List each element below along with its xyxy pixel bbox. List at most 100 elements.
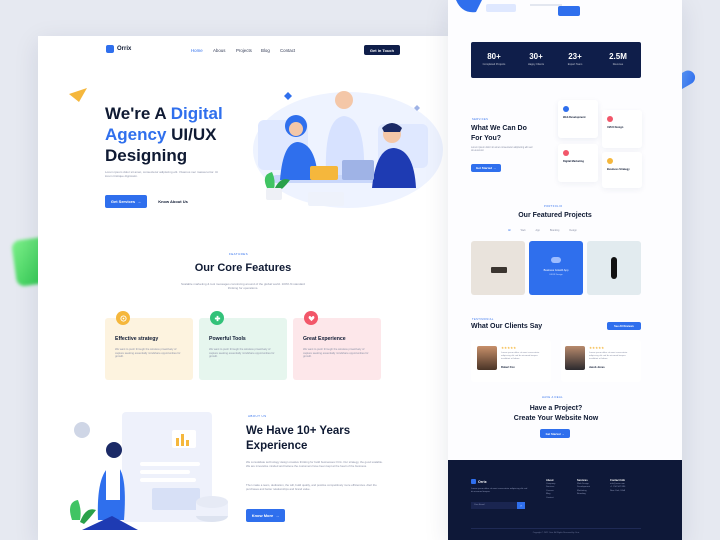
service-icon — [563, 150, 569, 156]
filter-design[interactable]: Design — [569, 229, 576, 232]
tools-icon — [210, 311, 224, 325]
nav-contact[interactable]: Contact — [280, 48, 295, 53]
project-highlight-title: Business Growth App — [543, 269, 569, 272]
top-illustration-remnant — [456, 0, 516, 13]
stat-revenue: 2.5M Revenue — [609, 52, 627, 66]
services-get-started-button[interactable]: Get Started → — [471, 164, 501, 172]
cta-tag: HAVE A DEAL — [542, 396, 563, 399]
feature-card-experience[interactable]: Great Experience We want to push through… — [293, 311, 381, 380]
service-card-digital-marketing[interactable]: Digital Marketing — [558, 144, 598, 182]
features-title: Our Core Features — [194, 262, 292, 274]
footer-link[interactable]: Contact — [546, 497, 555, 501]
footer-link[interactable]: New York, USA — [610, 490, 625, 494]
filter-branding[interactable]: Branding — [550, 229, 560, 232]
projects-tag: PORTFOLIO — [544, 205, 563, 208]
project-card-1[interactable] — [471, 241, 525, 295]
review-card-2: ★★★★★ Lorem ipsum dolor sit amet consect… — [561, 340, 641, 382]
logo-icon — [471, 479, 476, 484]
about-paragraph-1: We consolidate technology design creativ… — [246, 460, 383, 468]
footer-col-contact: Contact Info info@orrix.com +1 234 567 8… — [610, 479, 625, 493]
service-icon — [607, 158, 613, 164]
feature-card-strategy[interactable]: Effective strategy We want to push throu… — [105, 311, 193, 380]
know-more-button[interactable]: Know More → — [246, 509, 285, 522]
project-card-3[interactable] — [587, 241, 641, 295]
project-highlight-sub: UI/UX Design — [549, 274, 563, 276]
logo-icon — [106, 45, 114, 53]
footer-logo[interactable]: Orrix — [471, 479, 487, 484]
feature-text: We want to push through the wireless pro… — [209, 348, 275, 359]
arrow-right-icon: → — [137, 199, 142, 204]
clients-title: What Our Clients Say — [471, 323, 543, 330]
project-filters: All Web App Branding Design — [508, 229, 577, 232]
arrow-right-icon: → — [493, 166, 497, 170]
rating-stars: ★★★★★ — [501, 346, 517, 350]
nav-blog[interactable]: Blog — [261, 48, 270, 53]
services-description: Lorem ipsum dolor sit amet consectetur a… — [471, 146, 533, 153]
brand-name: Orrix — [117, 46, 132, 52]
stat-clients: 30+ Happy Clients — [527, 52, 545, 66]
feature-card-tools[interactable]: Powerful Tools We want to push through t… — [199, 311, 287, 380]
avatar — [565, 346, 585, 370]
features-description: Scalable marketing & tool messages convi… — [181, 282, 305, 290]
feature-title: Effective strategy — [115, 336, 159, 342]
reviewer-name: Robert Fox — [501, 366, 515, 369]
footer-col-services: Services Web Design Development Marketin… — [577, 479, 590, 497]
get-services-button[interactable]: Get Services → — [105, 195, 147, 208]
hero-description: Lorem ipsum dolor sit amet, consectetur … — [105, 170, 218, 178]
stat-projects: 80+ Completed Projects — [482, 52, 506, 66]
arrow-right-icon: → — [561, 431, 565, 436]
know-about-us-button[interactable]: Know About Us — [152, 195, 194, 208]
footer-about: Lorem ipsum dolor sit amet consectetur a… — [471, 488, 528, 493]
cta-title: Have a Project? Create Your Website Now — [513, 405, 599, 422]
cta-get-started-button[interactable]: Get Started → — [540, 429, 570, 438]
project-card-featured[interactable]: Business Growth App UI/UX Design — [529, 241, 583, 295]
about-title: We Have 10+ Years Experience — [246, 425, 351, 452]
arrow-right-icon: → — [275, 513, 280, 518]
feature-title: Great Experience — [303, 336, 346, 342]
filter-all[interactable]: All — [508, 229, 511, 232]
footer-email-input[interactable]: Your Email — [471, 502, 517, 509]
filter-web[interactable]: Web — [521, 229, 526, 232]
feature-text: We want to push through the wireless pro… — [115, 348, 181, 359]
services-title: What We Can Do For You? — [471, 125, 527, 142]
footer-link[interactable]: Branding — [577, 493, 590, 497]
features-tag: FEATURES — [229, 252, 248, 256]
review-card-1: ★★★★★ Lorem ipsum dolor sit amet consect… — [471, 340, 551, 382]
see-all-reviews-button[interactable]: See All Reviews — [607, 322, 641, 330]
footer-copyright: Copyright © 2022 Orrix. All Rights Reser… — [532, 532, 580, 534]
feature-title: Powerful Tools — [209, 336, 246, 342]
filter-app[interactable]: App — [536, 229, 540, 232]
service-title: Business Strategy — [607, 168, 630, 171]
projects-title: Our Featured Projects — [518, 212, 592, 219]
target-icon — [116, 311, 130, 325]
nav-about[interactable]: Abous — [213, 48, 225, 53]
paper-plane-icon — [69, 88, 87, 102]
service-title: Web Development — [563, 116, 586, 119]
about-illustration — [70, 412, 228, 530]
services-tag: SERVICES — [472, 118, 489, 121]
rating-stars: ★★★★★ — [589, 346, 605, 350]
hero-team-illustration — [253, 91, 443, 208]
reviewer-name: Jacob Jones — [589, 366, 605, 369]
heart-icon — [304, 311, 318, 325]
footer-brand: Orrix — [478, 479, 487, 484]
review-text: Lorem ipsum dolor sit amet consectetur a… — [501, 352, 540, 360]
nav-home[interactable]: Home — [191, 48, 203, 53]
feature-text: We want to push through the wireless pro… — [303, 348, 369, 359]
send-icon: › — [520, 503, 522, 508]
service-card-uiux-design[interactable]: UI/UX Design — [602, 110, 642, 148]
footer-col-about: About Company Services Careers Blog Cont… — [546, 479, 555, 501]
logo[interactable]: Orrix — [106, 45, 131, 53]
service-title: UI/UX Design — [607, 126, 624, 129]
nav-projects[interactable]: Projects — [236, 48, 252, 53]
review-text: Lorem ipsum dolor sit amet consectetur a… — [589, 352, 628, 360]
service-icon — [563, 106, 569, 112]
footer-divider — [471, 528, 641, 529]
service-icon — [607, 116, 613, 122]
service-card-web-development[interactable]: Web Development — [558, 100, 598, 138]
service-title: Digital Marketing — [563, 160, 584, 163]
top-button-remnant[interactable] — [558, 6, 580, 16]
service-card-business-strategy[interactable]: Business Strategy — [602, 152, 642, 188]
get-in-touch-button[interactable]: Get In Touch — [364, 45, 400, 55]
footer-subscribe-button[interactable]: › — [517, 502, 525, 509]
